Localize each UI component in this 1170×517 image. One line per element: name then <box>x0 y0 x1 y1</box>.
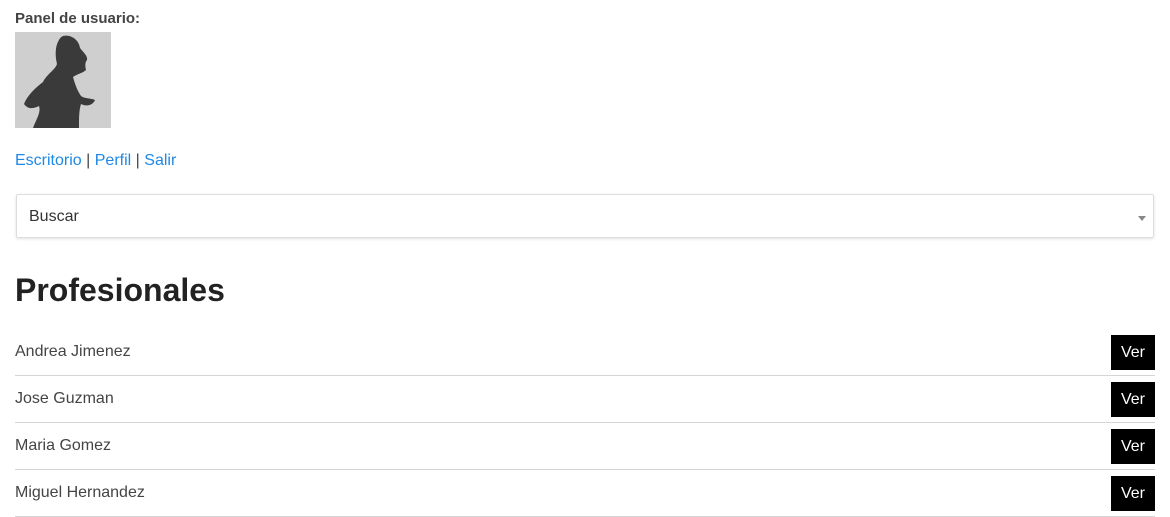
link-separator: | <box>135 152 140 169</box>
list-item: Miguel Hernandez Ver <box>15 470 1155 517</box>
user-panel-label: Panel de usuario: <box>15 10 141 27</box>
link-separator: | <box>86 152 91 169</box>
user-silhouette-icon <box>24 35 95 128</box>
link-escritorio[interactable]: Escritorio <box>15 152 82 169</box>
list-item: Maria Gomez Ver <box>15 423 1155 470</box>
user-links: Escritorio | Perfil | Salir <box>15 151 176 171</box>
professional-name: Andrea Jimenez <box>15 343 131 360</box>
professionals-list: Andrea Jimenez Ver Jose Guzman Ver Maria… <box>15 329 1155 517</box>
view-button[interactable]: Ver <box>1111 429 1155 464</box>
list-item: Andrea Jimenez Ver <box>15 329 1155 376</box>
caret-down-icon <box>1138 216 1146 221</box>
professional-name: Maria Gomez <box>15 437 112 454</box>
view-button[interactable]: Ver <box>1111 335 1155 370</box>
page: Panel de usuario: Escritorio | Perfil | … <box>0 0 1170 517</box>
view-button[interactable]: Ver <box>1111 476 1155 511</box>
professional-name: Miguel Hernandez <box>15 484 145 501</box>
link-perfil[interactable]: Perfil <box>95 152 131 169</box>
search-select[interactable]: Buscar <box>16 194 1154 238</box>
section-title: Profesionales <box>15 272 225 308</box>
view-button[interactable]: Ver <box>1111 382 1155 417</box>
list-item: Jose Guzman Ver <box>15 376 1155 423</box>
search-select-label: Buscar <box>29 208 79 225</box>
professional-name: Jose Guzman <box>15 390 114 407</box>
avatar <box>15 32 111 128</box>
link-salir[interactable]: Salir <box>144 152 176 169</box>
